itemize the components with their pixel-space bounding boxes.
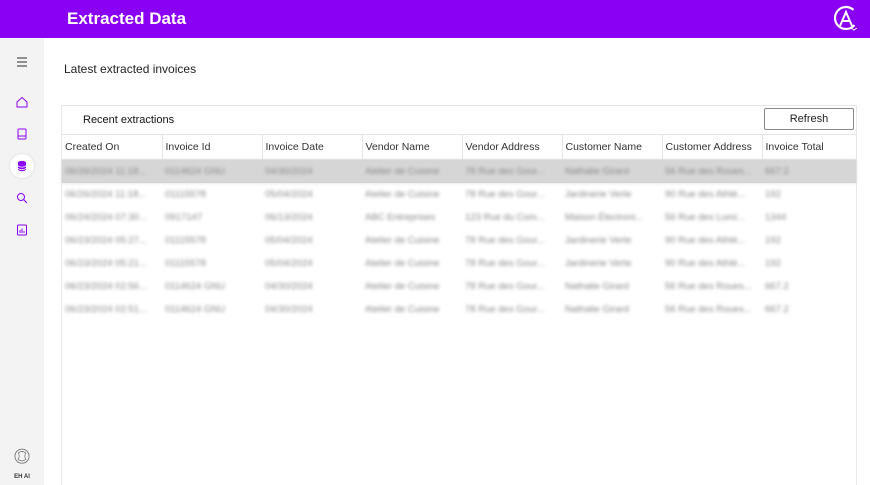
table-cell: 01115578 [165,188,206,200]
column-header[interactable]: Vendor Address [462,134,563,160]
table-row[interactable]: 06/26/2024 11:18... 0114624 GNU 04/30/2024… [62,159,856,183]
table-cell: Jardinerie Verte [565,257,632,269]
table-cell: 192 [765,188,781,200]
table-cell: 06/24/2024 07:30... [65,211,147,223]
table-cell: Atelier de Cuisine [365,280,440,292]
table-cell: 04/30/2024 [265,303,313,315]
table-cell: 56 Rue des Roues... [662,159,762,183]
table-cell: Nathalie Girard [562,159,662,183]
brand-logo: EH AI [8,446,36,480]
table-row[interactable]: 06/23/2024 05:21... 01115578 05/04/2024 Ate… [62,252,856,275]
table-cell: 667.2 [765,303,789,315]
report-icon[interactable] [10,218,34,242]
table-cell: 667.2 [762,159,856,183]
top-bar: Extracted Data [0,0,870,38]
column-header[interactable]: Customer Address [662,134,763,160]
table-row[interactable]: 06/26/2024 11:18... 01115578 05/04/2024 Ate… [62,183,856,206]
table-row[interactable]: 06/23/2024 02:51... 0114624 GNU 04/30/2024… [62,298,856,321]
main-content: Latest extracted invoices Recent extract… [44,38,870,485]
table-cell: 06/23/2024 02:51... [65,303,147,315]
column-header[interactable]: Invoice Total [762,134,857,160]
extractions-panel: Recent extractions Refresh Created On Inv… [61,105,857,485]
document-icon[interactable] [10,122,34,146]
table-cell: Nathalie Girard [565,280,629,292]
table-cell: Atelier de Cuisine [365,234,440,246]
home-icon[interactable] [10,90,34,114]
table-cell: 0114624 GNU [162,159,262,183]
table-cell: 56 Rue des Roues... [665,303,752,315]
table-cell: 1344 [765,211,787,223]
table-row[interactable]: 06/24/2024 07:30... 0917147 06/13/2024 ABC … [62,206,856,229]
table-cell: Atelier de Cuisine [365,257,440,269]
table-cell: 78 Rue des Gour... [465,303,545,315]
table-cell: 0917147 [165,211,202,223]
menu-icon[interactable] [10,50,34,74]
table-cell: Atelier de Cuisine [362,159,462,183]
table-row[interactable]: 06/23/2024 05:27... 01115578 05/04/2024 Ate… [62,229,856,252]
table-cell: 06/13/2024 [265,211,313,223]
table-cell: 0114624 GNU [165,280,226,292]
table-cell: 05/04/2024 [265,234,313,246]
table-cell: 192 [765,234,781,246]
table-cell: 78 Rue des Gour... [462,159,562,183]
table-cell: 123 Rue du Com... [465,211,545,223]
column-header[interactable]: Created On [62,134,163,160]
app-logo-icon[interactable] [832,4,860,34]
table-cell: 04/30/2024 [262,159,362,183]
brand-emblem-icon [14,448,30,464]
panel-header: Recent extractions Refresh [62,106,856,134]
table-header-row: Created On Invoice Id Invoice Date Vendor N… [62,134,857,160]
sidebar: EH AI [0,38,44,485]
table-cell: 04/30/2024 [265,280,313,292]
table-body: 06/26/2024 11:18... 0114624 GNU 04/30/2024… [62,159,856,321]
search-icon[interactable] [10,186,34,210]
table-cell: Nathalie Girard [565,303,629,315]
brand-name: EH AI [14,474,30,480]
table-cell: Atelier de Cuisine [365,303,440,315]
table-cell: Jardinerie Verte [565,234,632,246]
table-cell: 56 Rue des Roues... [665,280,752,292]
table-cell: 06/23/2024 02:56... [65,280,147,292]
table-cell: 01115578 [165,234,206,246]
refresh-button[interactable]: Refresh [764,108,854,130]
table-cell: Jardinerie Verte [565,188,632,200]
table-cell: 78 Rue des Gour... [465,280,545,292]
page-title: Latest extracted invoices [64,62,197,76]
column-header[interactable]: Vendor Name [362,134,463,160]
column-header[interactable]: Customer Name [562,134,663,160]
table-cell: 90 Rue des Athlé... [665,234,746,246]
table-cell: Atelier de Cuisine [365,188,440,200]
app-title: Extracted Data [67,9,187,28]
column-header[interactable]: Invoice Id [162,134,263,160]
column-header[interactable]: Invoice Date [262,134,363,160]
table-cell: 78 Rue des Gour... [465,234,545,246]
table-cell: 90 Rue des Athlé... [665,188,746,200]
table-cell: 192 [765,257,781,269]
table-cell: 05/04/2024 [265,188,313,200]
table-cell: 78 Rue des Gour... [465,188,545,200]
table-cell: 667.2 [765,280,789,292]
invoices-table: Created On Invoice Id Invoice Date Vendor N… [62,134,857,321]
table-cell: ABC Entreprises [365,211,436,223]
database-icon[interactable] [10,154,34,178]
table-cell: 78 Rue des Gour... [465,257,545,269]
table-cell: 06/26/2024 11:18... [62,159,162,183]
table-cell: 56 Rue des Lumi... [665,211,745,223]
table-cell: 06/26/2024 11:18... [65,188,147,200]
table-cell: 90 Rue des Athlé... [665,257,746,269]
table-cell: 05/04/2024 [265,257,313,269]
table-cell: Maison Électroni... [565,211,644,223]
panel-title: Recent extractions [83,114,175,126]
table-cell: 01115578 [165,257,206,269]
table-cell: 06/23/2024 05:21... [65,257,147,269]
table-cell: 06/23/2024 05:27... [65,234,147,246]
table-cell: 0114624 GNU [165,303,226,315]
table-row[interactable]: 06/23/2024 02:56... 0114624 GNU 04/30/2024… [62,275,856,298]
